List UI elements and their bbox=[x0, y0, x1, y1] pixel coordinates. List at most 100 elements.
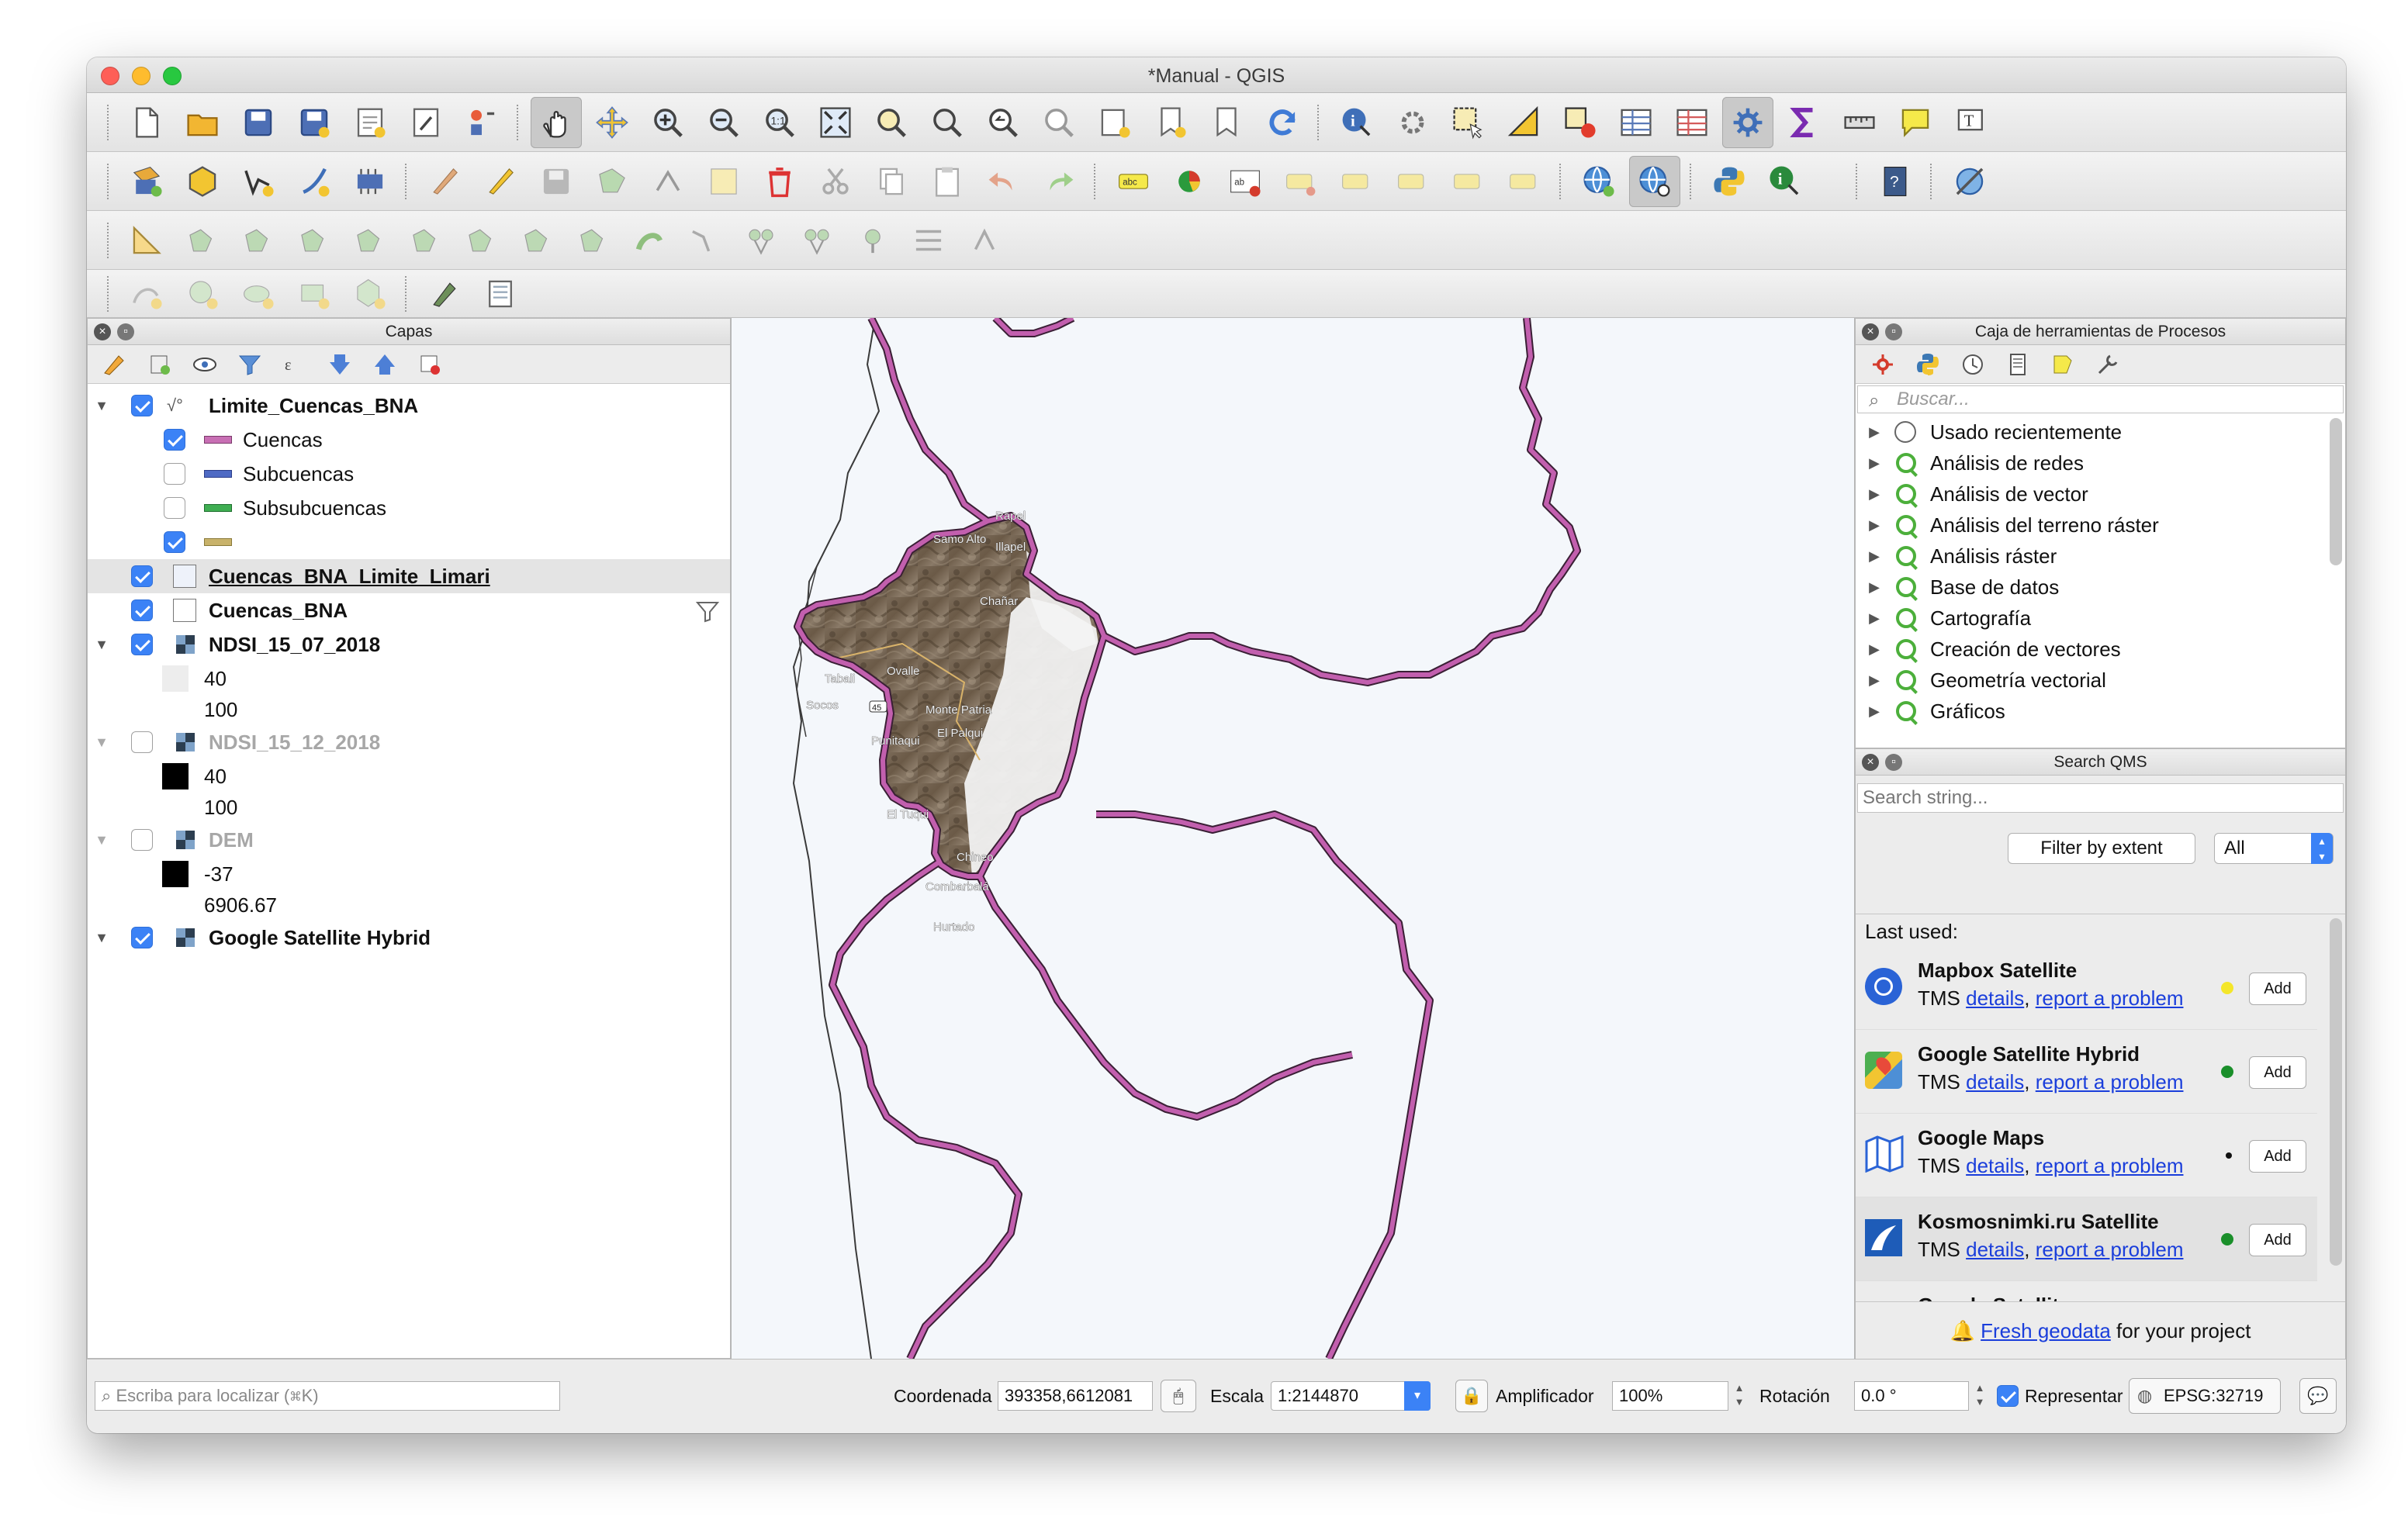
toolbar-grip[interactable] bbox=[1317, 104, 1322, 140]
split-parts-icon[interactable] bbox=[680, 215, 731, 266]
style-manager-icon[interactable] bbox=[456, 97, 507, 148]
fresh-geodata-link[interactable]: Fresh geodata bbox=[1981, 1319, 2111, 1342]
style-layer-icon[interactable] bbox=[95, 348, 134, 381]
magnifier-field[interactable]: 100% bbox=[1612, 1381, 1728, 1411]
manage-visibility-icon[interactable] bbox=[185, 348, 224, 381]
delete-selected-icon[interactable] bbox=[754, 156, 805, 207]
toggle-extents-icon[interactable]: 🖱 bbox=[1161, 1380, 1196, 1412]
zoom-in-icon[interactable] bbox=[642, 97, 694, 148]
new-shapefile-icon[interactable] bbox=[233, 156, 284, 207]
add-part-icon[interactable] bbox=[233, 215, 284, 266]
qms-result-kosmosnimki[interactable]: Kosmosnimki.ru Satellite TMS details, re… bbox=[1856, 1197, 2317, 1281]
open-project-icon[interactable] bbox=[177, 97, 228, 148]
add-circle-icon[interactable] bbox=[177, 268, 228, 320]
change-label-icon[interactable] bbox=[1499, 156, 1550, 207]
run-feature-action-icon[interactable] bbox=[1387, 97, 1438, 148]
copy-features-icon[interactable] bbox=[866, 156, 917, 207]
vertex-tool-icon[interactable] bbox=[642, 156, 694, 207]
rotate-label-icon[interactable] bbox=[1443, 156, 1494, 207]
messages-icon[interactable]: 💬 bbox=[2299, 1378, 2337, 1414]
legend-checkbox[interactable] bbox=[164, 429, 185, 451]
toolbar-grip[interactable] bbox=[107, 275, 112, 312]
measure-line-icon[interactable] bbox=[1834, 97, 1885, 148]
collapse-all-icon[interactable] bbox=[365, 348, 404, 381]
locator-input[interactable]: ⌕ Escriba para localizar (⌘K) bbox=[95, 1381, 560, 1411]
coordinate-field[interactable]: 393358,6612081 bbox=[998, 1381, 1153, 1411]
plugin-tool-a-icon[interactable] bbox=[419, 268, 470, 320]
filter-icon[interactable] bbox=[694, 598, 721, 630]
add-service-button[interactable]: Add bbox=[2249, 1056, 2306, 1089]
add-service-button[interactable]: Add bbox=[2249, 1224, 2306, 1256]
pan-map-icon[interactable] bbox=[531, 96, 582, 148]
help-icon[interactable]: ? bbox=[1870, 156, 1921, 207]
filter-by-expression-icon[interactable]: ε bbox=[275, 348, 314, 381]
new-map-view-icon[interactable] bbox=[1089, 97, 1140, 148]
new-temp-layer-icon[interactable] bbox=[344, 156, 396, 207]
modify-attributes-icon[interactable] bbox=[698, 156, 749, 207]
report-problem-link[interactable]: report a problem bbox=[2036, 986, 2184, 1010]
layer-ndsi-2018-07[interactable]: ▼ NDSI_15_07_2018 bbox=[88, 627, 730, 662]
provider-raster-analysis[interactable]: ▶ Análisis ráster bbox=[1856, 541, 2345, 572]
report-problem-link[interactable]: report a problem bbox=[2036, 1154, 2184, 1177]
details-link[interactable]: details bbox=[1966, 986, 2024, 1010]
close-panel-icon[interactable]: × bbox=[1862, 323, 1879, 340]
provider-cartography[interactable]: ▶ Cartografía bbox=[1856, 603, 2345, 634]
legend-item-subcuencas[interactable]: Subcuencas bbox=[88, 457, 730, 491]
zoom-next-icon[interactable] bbox=[1033, 97, 1085, 148]
toolbar-grip[interactable] bbox=[1856, 163, 1860, 199]
map-tips-icon[interactable] bbox=[1890, 97, 1941, 148]
layer-google-satellite-hybrid[interactable]: ▼ Google Satellite Hybrid bbox=[88, 921, 730, 955]
toolbar-grip[interactable] bbox=[107, 222, 112, 258]
add-rectangle-icon[interactable] bbox=[289, 268, 340, 320]
expand-arrow-icon[interactable]: ▼ bbox=[94, 832, 109, 848]
reshape-features-icon[interactable] bbox=[456, 215, 507, 266]
field-calculator-icon[interactable] bbox=[1666, 97, 1718, 148]
save-edits-icon[interactable] bbox=[531, 156, 582, 207]
legend-item-other[interactable] bbox=[88, 525, 730, 559]
layer-dem[interactable]: ▼ DEM bbox=[88, 823, 730, 857]
results-viewer-icon[interactable] bbox=[1998, 348, 2037, 381]
fill-ring-icon[interactable] bbox=[289, 215, 340, 266]
expand-arrow-icon[interactable]: ▶ bbox=[1867, 579, 1882, 595]
details-link[interactable]: details bbox=[1966, 1154, 2024, 1177]
cut-features-icon[interactable] bbox=[810, 156, 861, 207]
legend-checkbox[interactable] bbox=[164, 463, 185, 485]
processing-toolbox-icon[interactable] bbox=[1722, 96, 1773, 148]
offset-curve-icon[interactable] bbox=[512, 215, 563, 266]
scale-select[interactable]: 1:2144870 ▾ bbox=[1271, 1381, 1431, 1411]
toolbar-grip[interactable] bbox=[1559, 163, 1564, 199]
toolbar-grip[interactable] bbox=[517, 104, 521, 140]
provider-vector-geometry[interactable]: ▶ Geometría vectorial bbox=[1856, 665, 2345, 696]
zoom-out-icon[interactable] bbox=[698, 97, 749, 148]
details-link[interactable]: details bbox=[1966, 1070, 2024, 1093]
float-panel-icon[interactable]: ▫ bbox=[117, 323, 134, 340]
toolbar-grip[interactable] bbox=[1690, 163, 1694, 199]
qms-result-google-maps[interactable]: Google Maps TMS details, report a proble… bbox=[1856, 1114, 2317, 1197]
new-geopackage-icon[interactable] bbox=[177, 156, 228, 207]
layer-ndsi-2018-12[interactable]: ▼ NDSI_15_12_2018 bbox=[88, 725, 730, 759]
new-print-layout-icon[interactable] bbox=[344, 97, 396, 148]
add-ring-icon[interactable] bbox=[177, 215, 228, 266]
toolbar-grip[interactable] bbox=[405, 163, 410, 199]
show-hide-labels-icon[interactable] bbox=[1331, 156, 1382, 207]
layer-cuencas-limite-limari[interactable]: Cuencas_BNA_Limite_Limari bbox=[88, 559, 730, 593]
identify-features-icon[interactable]: i bbox=[1331, 97, 1382, 148]
crs-button[interactable]: ◍ EPSG:32719 bbox=[2129, 1378, 2281, 1414]
qms-scrollbar[interactable] bbox=[2330, 918, 2342, 1266]
zoom-to-selection-icon[interactable] bbox=[866, 97, 917, 148]
lock-scale-icon[interactable]: 🔒 bbox=[1455, 1380, 1488, 1412]
legend-item-subsubcuencas[interactable]: Subsubcuencas bbox=[88, 491, 730, 525]
provider-raster-terrain[interactable]: ▶ Análisis del terreno ráster bbox=[1856, 510, 2345, 541]
label-toolbar-icon[interactable]: abc bbox=[1108, 156, 1159, 207]
trim-extend-icon[interactable] bbox=[959, 215, 1010, 266]
current-edits-icon[interactable] bbox=[419, 156, 470, 207]
expand-arrow-icon[interactable]: ▶ bbox=[1867, 548, 1882, 564]
select-features-icon[interactable] bbox=[1443, 97, 1494, 148]
expand-arrow-icon[interactable]: ▶ bbox=[1867, 610, 1882, 626]
layer-visibility-checkbox[interactable] bbox=[131, 634, 153, 655]
rotate-point-symbols-icon[interactable] bbox=[847, 215, 898, 266]
zoom-to-layer-icon[interactable] bbox=[922, 97, 973, 148]
merge-features-icon[interactable] bbox=[735, 215, 787, 266]
float-panel-icon[interactable]: ▫ bbox=[1885, 754, 1902, 771]
qms-result-mapbox[interactable]: Mapbox Satellite TMS details, report a p… bbox=[1856, 946, 2317, 1030]
